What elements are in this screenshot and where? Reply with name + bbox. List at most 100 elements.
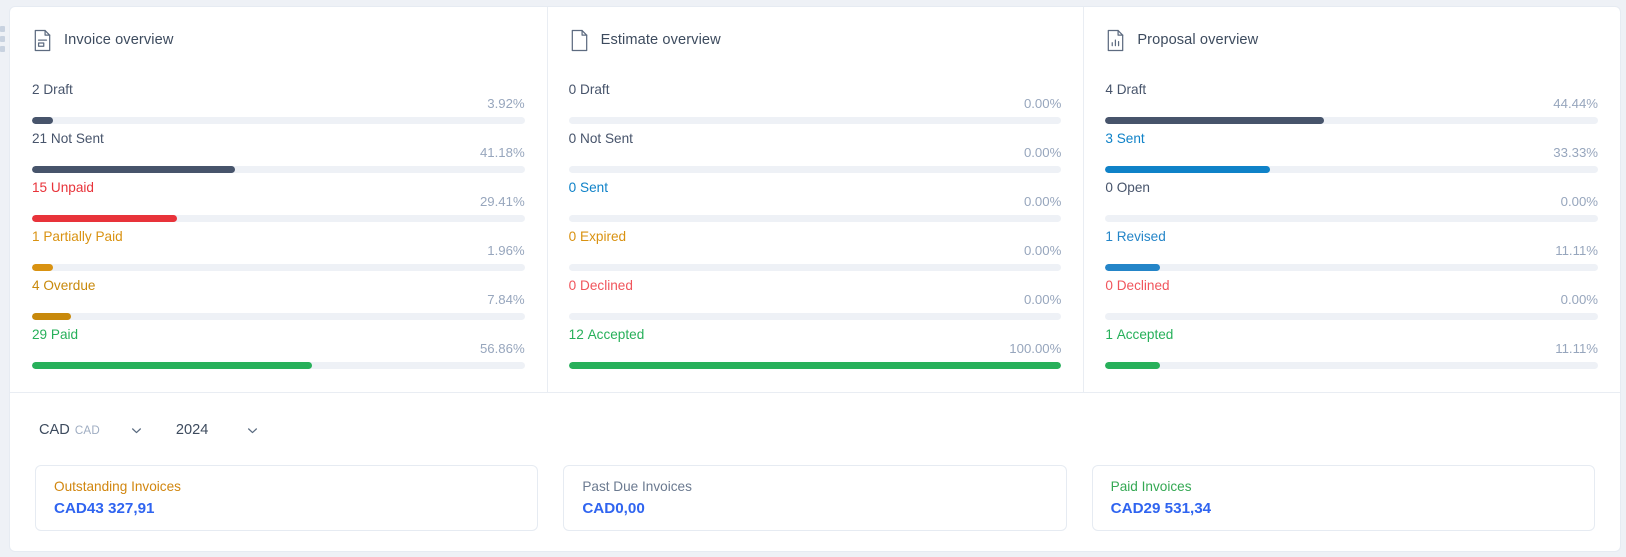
status-label: 0 Draft <box>569 81 610 99</box>
status-percent: 100.00% <box>1009 341 1062 356</box>
status-count: 3 <box>1105 131 1113 146</box>
status-label: 0 Not Sent <box>569 130 633 148</box>
status-count: 1 <box>32 229 40 244</box>
grip-dot <box>0 26 5 32</box>
status-label: 0 Open <box>1105 179 1150 197</box>
status-name: Partially Paid <box>43 229 123 244</box>
status-label: 4 Draft <box>1105 81 1146 99</box>
summary-tile-value: CAD0,00 <box>582 500 645 517</box>
overview-column: Invoice overview 2 Draft 3.92% 21 Not Sent 4… <box>10 7 547 392</box>
status-row[interactable]: 0 Expired 0.00% <box>568 228 1062 277</box>
status-percent: 41.18% <box>479 145 525 160</box>
summary-tile[interactable]: Outstanding Invoices CAD43 327,91 <box>35 465 539 531</box>
status-row[interactable]: 15 Unpaid 29.41% <box>32 179 525 228</box>
status-label: 1 Revised <box>1105 228 1165 246</box>
progress-track <box>32 117 525 124</box>
panel-drag-grip[interactable] <box>0 26 5 52</box>
summary-tile[interactable]: Past Due Invoices CAD0,00 <box>563 465 1067 531</box>
status-percent: 0.00% <box>1023 292 1062 307</box>
overview-title: Estimate overview <box>600 32 721 48</box>
currency-code: CAD <box>74 423 100 437</box>
progress-track <box>32 264 525 271</box>
progress-track <box>32 215 525 222</box>
status-count: 12 <box>568 327 584 342</box>
status-label: 1 Partially Paid <box>32 228 123 246</box>
status-count: 1 <box>1105 327 1113 342</box>
status-row[interactable]: 0 Declined 0.00% <box>568 277 1062 326</box>
status-label: 0 Expired <box>569 228 626 246</box>
status-label: 21 Not Sent <box>32 130 104 148</box>
status-name: Not Sent <box>580 131 633 146</box>
status-row[interactable]: 4 Draft 44.44% <box>1105 81 1599 130</box>
progress-fill <box>32 117 53 124</box>
progress-track <box>568 313 1062 320</box>
status-row[interactable]: 29 Paid 56.86% <box>32 326 525 375</box>
progress-fill <box>32 215 177 222</box>
progress-track <box>568 264 1062 271</box>
progress-fill <box>32 166 235 173</box>
progress-fill <box>568 362 1062 369</box>
status-row[interactable]: 21 Not Sent 41.18% <box>32 130 525 179</box>
year-select[interactable]: 2024 <box>176 422 259 438</box>
status-percent: 0.00% <box>1560 292 1599 307</box>
status-percent: 11.11% <box>1555 243 1599 258</box>
summary-tile[interactable]: Paid Invoices CAD29 531,34 <box>1091 465 1595 531</box>
status-percent: 0.00% <box>1023 96 1062 111</box>
progress-fill <box>32 264 53 271</box>
progress-track <box>1105 117 1599 124</box>
filter-bar: CAD CAD 2024 <box>32 415 1598 445</box>
progress-fill <box>1105 362 1161 369</box>
summary-tile-value: CAD29 531,34 <box>1110 500 1212 517</box>
status-row[interactable]: 1 Revised 11.11% <box>1105 228 1599 277</box>
currency-select[interactable]: CAD CAD <box>39 422 143 438</box>
status-percent: 0.00% <box>1023 243 1062 258</box>
overview-column: Estimate overview 0 Draft 0.00% 0 Not Sent 0… <box>546 7 1084 392</box>
status-percent: 1.96% <box>487 243 525 258</box>
progress-track <box>1105 215 1599 222</box>
summary-section: CAD CAD 2024 Outstanding Invoices CAD43 3… <box>10 393 1620 531</box>
status-name: Draft <box>580 82 610 97</box>
status-name: Draft <box>43 82 73 97</box>
grip-dot <box>0 36 5 42</box>
summary-tile-title: Paid Invoices <box>1110 479 1192 494</box>
grip-dot <box>0 46 5 52</box>
status-label: 0 Declined <box>1105 277 1169 295</box>
status-name: Sent <box>1116 131 1145 146</box>
status-row[interactable]: 1 Partially Paid 1.96% <box>32 228 525 277</box>
status-row[interactable]: 0 Not Sent 0.00% <box>568 130 1062 179</box>
status-name: Open <box>1116 180 1150 195</box>
status-percent: 0.00% <box>1560 194 1599 209</box>
progress-track <box>1105 313 1599 320</box>
status-row[interactable]: 0 Open 0.00% <box>1105 179 1599 228</box>
dashboard-root: Invoice overview 2 Draft 3.92% 21 Not Sent 4… <box>0 0 1626 557</box>
chevron-down-icon <box>248 427 258 433</box>
status-label: 1 Accepted <box>1105 326 1173 344</box>
status-label: 15 Unpaid <box>32 179 94 197</box>
progress-track <box>568 215 1062 222</box>
status-row[interactable]: 0 Draft 0.00% <box>568 81 1062 130</box>
overview-columns: Invoice overview 2 Draft 3.92% 21 Not Sent 4… <box>10 7 1620 393</box>
status-row[interactable]: 0 Sent 0.00% <box>568 179 1062 228</box>
progress-fill <box>1105 117 1325 124</box>
status-name: Accepted <box>587 327 645 342</box>
progress-track <box>1105 362 1599 369</box>
dashboard-card: Invoice overview 2 Draft 3.92% 21 Not Sent 4… <box>9 6 1621 552</box>
document-lines-icon <box>34 29 51 51</box>
status-row[interactable]: 1 Accepted 11.11% <box>1105 326 1599 375</box>
status-row[interactable]: 2 Draft 3.92% <box>32 81 525 130</box>
document-chart-icon <box>1108 29 1124 51</box>
progress-track <box>1105 264 1599 271</box>
status-percent: 11.11% <box>1555 341 1599 356</box>
status-row[interactable]: 4 Overdue 7.84% <box>32 277 525 326</box>
overview-title: Proposal overview <box>1137 32 1259 48</box>
progress-fill <box>32 362 313 369</box>
status-row[interactable]: 0 Declined 0.00% <box>1105 277 1599 326</box>
status-row[interactable]: 12 Accepted 100.00% <box>568 326 1062 375</box>
year-value: 2024 <box>175 422 209 438</box>
status-row[interactable]: 3 Sent 33.33% <box>1105 130 1599 179</box>
status-label: 2 Draft <box>32 81 73 99</box>
status-name: Accepted <box>1116 327 1174 342</box>
progress-fill <box>32 313 71 320</box>
status-percent: 33.33% <box>1553 145 1599 160</box>
progress-track <box>568 166 1062 173</box>
